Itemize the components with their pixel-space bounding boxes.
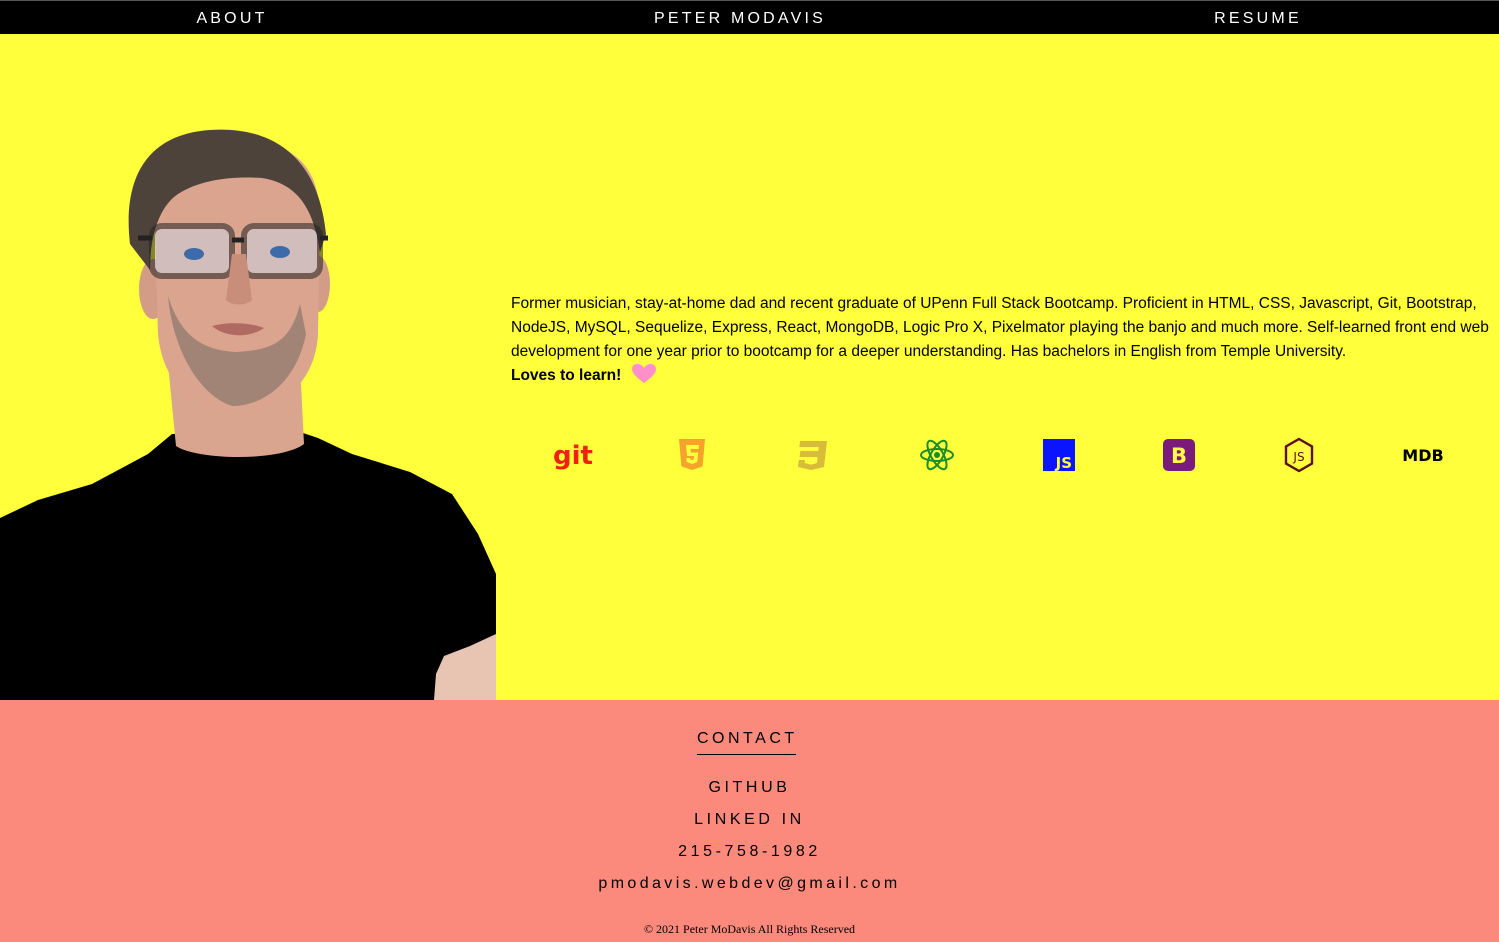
mdb-icon: MDB [1402, 446, 1443, 465]
phone-link[interactable]: 215-758-1982 [0, 843, 1499, 861]
profile-photo [0, 129, 496, 700]
svg-text:JS: JS [1055, 454, 1072, 471]
svg-text:JS: JS [1292, 450, 1304, 464]
svg-text:git: git [553, 441, 593, 470]
copyright-text: © 2021 Peter MoDavis All Rights Reserved [643, 922, 856, 936]
bio-tagline: Loves to learn! [511, 367, 622, 384]
linkedin-link[interactable]: LINKED IN [0, 811, 1499, 829]
nav-resume-link[interactable]: RESUME [1214, 1, 1302, 35]
html5-icon [679, 439, 705, 470]
heart-icon [631, 364, 656, 383]
top-navbar: ABOUT PETER MODAVIS RESUME [0, 0, 1499, 34]
about-section: Former musician, stay-at-home dad and re… [0, 34, 1499, 700]
bio-text: Former musician, stay-at-home dad and re… [511, 295, 1489, 360]
bootstrap-icon: B [1163, 439, 1195, 471]
nav-about-link[interactable]: ABOUT [196, 1, 267, 35]
contact-heading: CONTACT [697, 730, 796, 755]
git-icon: git [553, 441, 593, 470]
javascript-icon: JS [1043, 439, 1075, 471]
bio-paragraph: Former musician, stay-at-home dad and re… [511, 292, 1495, 388]
svg-text:B: B [1171, 444, 1187, 468]
react-icon [920, 439, 954, 471]
nav-home-name-link[interactable]: PETER MODAVIS [654, 1, 826, 35]
contact-footer: CONTACT GITHUB LINKED IN 215-758-1982 pm… [0, 700, 1499, 942]
email-link[interactable]: pmodavis.webdev@gmail.com [0, 875, 1499, 893]
github-link[interactable]: GITHUB [0, 779, 1499, 797]
svg-text:MDB: MDB [1402, 446, 1443, 465]
nodejs-icon: JS [1284, 437, 1314, 473]
css3-icon [798, 441, 827, 470]
